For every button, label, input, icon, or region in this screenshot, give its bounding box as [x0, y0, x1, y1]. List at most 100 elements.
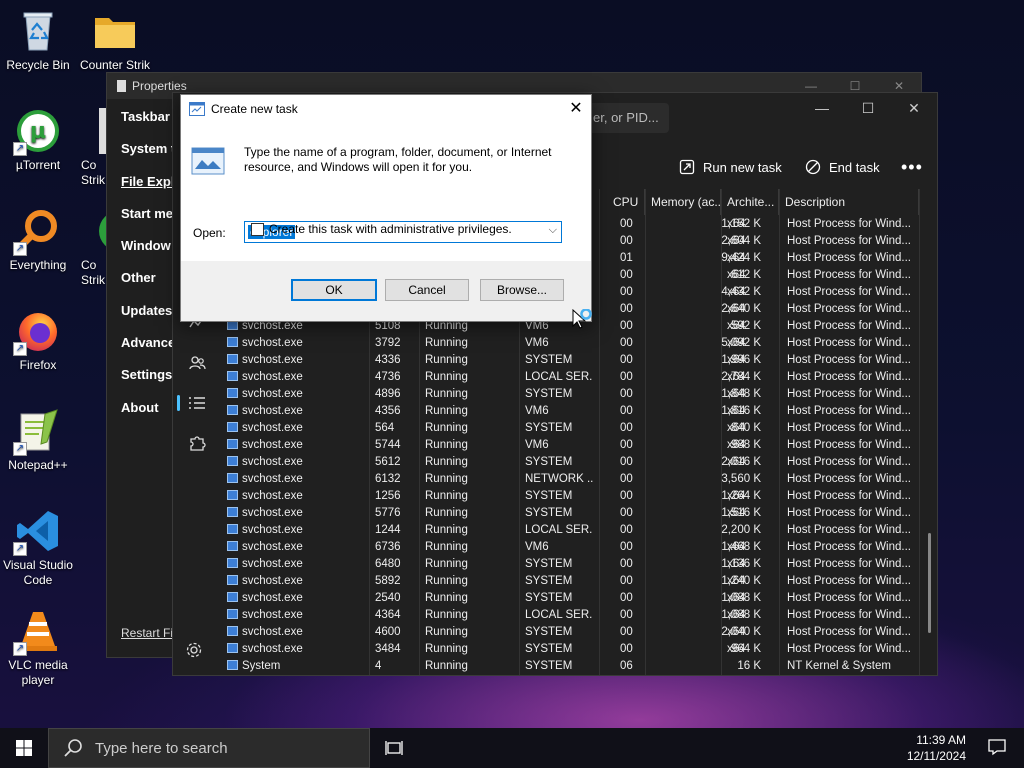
more-options-button[interactable]: ••• — [901, 151, 923, 183]
cpu-cell: 00 — [620, 626, 633, 638]
process-icon — [227, 507, 238, 517]
table-row[interactable]: svchost.exe 6736 Running VM6 00 1,468 Kx64 Hos… — [227, 540, 927, 557]
clock-time: 11:39 AM — [916, 733, 966, 747]
table-row[interactable]: svchost.exe 4600 Running SYSTEM 00 2,040 Kx64… — [227, 625, 927, 642]
arch-cell: x64 — [727, 558, 746, 570]
mouse-cursor — [572, 308, 596, 336]
process-name-cell: svchost.exe — [227, 626, 303, 638]
arch-cell: x64 — [727, 354, 746, 366]
table-row[interactable]: svchost.exe 4896 Running SYSTEM 00 1,848 Kx64… — [227, 387, 927, 404]
run-new-task-button[interactable]: Run new task — [679, 151, 782, 183]
arch-cell: x64 — [727, 643, 746, 655]
process-icon — [227, 609, 238, 619]
settings-button[interactable] — [185, 641, 203, 662]
task-manager-search-input[interactable]: er, or PID... — [583, 103, 669, 133]
pid-cell: 3484 — [375, 643, 401, 655]
pid-cell: 6132 — [375, 473, 401, 485]
checkbox-box[interactable] — [251, 222, 264, 236]
table-row[interactable]: svchost.exe 6480 Running SYSTEM 00 1,136 Kx64… — [227, 557, 927, 574]
notification-center-button[interactable] — [988, 738, 1006, 759]
table-row[interactable]: svchost.exe 1244 Running LOCAL SER... 00 2,20… — [227, 523, 927, 540]
table-row[interactable]: svchost.exe 5776 Running SYSTEM 00 1,516 Kx64… — [227, 506, 927, 523]
status-cell: Running — [425, 456, 468, 468]
end-task-button[interactable]: End task — [805, 151, 880, 183]
column-header-description[interactable]: Description — [779, 189, 919, 215]
admin-privileges-label: Create this task with administrative pri… — [269, 222, 512, 236]
close-icon[interactable]: ✕ — [561, 95, 591, 123]
table-row[interactable]: System 4 Running SYSTEM 06 16 K NT Kernel & Sy… — [227, 659, 927, 675]
desktop-icon-vlc[interactable]: ↗ VLC media player — [0, 608, 76, 688]
description-cell: Host Process for Wind... — [787, 592, 911, 604]
vertical-scrollbar[interactable] — [928, 533, 931, 633]
windows-logo-icon — [16, 740, 32, 756]
taskbar-search-placeholder: Type here to search — [95, 739, 228, 757]
description-cell: Host Process for Wind... — [787, 439, 911, 451]
status-cell: Running — [425, 388, 468, 400]
table-row[interactable]: svchost.exe 3792 Running VM6 00 5,092 Kx64 Hos… — [227, 336, 927, 353]
cpu-cell: 00 — [620, 371, 633, 383]
description-cell: Host Process for Wind... — [787, 524, 911, 536]
desktop-icon-partial-1[interactable]: Co Strik — [77, 108, 107, 188]
sidebar-item-details[interactable] — [173, 383, 221, 423]
table-row[interactable]: svchost.exe 4736 Running LOCAL SER... 00 2,78… — [227, 370, 927, 387]
cpu-cell: 00 — [620, 558, 633, 570]
desktop-icon-notepadpp[interactable]: ↗ Notepad++ — [0, 408, 76, 473]
end-task-icon — [805, 159, 821, 175]
arch-cell: x64 — [727, 439, 746, 451]
status-cell: Running — [425, 575, 468, 587]
table-row[interactable]: svchost.exe 564 Running SYSTEM 00 840 Kx64 Hos… — [227, 421, 927, 438]
desktop-icon-vscode[interactable]: ↗ Visual Studio Code — [0, 508, 76, 588]
table-row[interactable]: svchost.exe 4356 Running VM6 00 1,816 Kx64 Hos… — [227, 404, 927, 421]
memory-cell: 1,088 K — [721, 609, 761, 621]
minimize-icon[interactable]: — — [799, 93, 845, 125]
process-icon — [227, 660, 238, 670]
cpu-cell: 00 — [620, 524, 633, 536]
table-row[interactable]: svchost.exe 2540 Running SYSTEM 00 1,088 Kx64… — [227, 591, 927, 608]
desktop-icon-partial-2[interactable]: Co Strik — [77, 208, 107, 288]
create-new-task-dialog: Create new task ✕ Type the name of a pro… — [180, 94, 592, 322]
system-clock[interactable]: 11:39 AM 12/11/2024 — [907, 732, 966, 764]
task-view-button[interactable] — [370, 728, 418, 768]
user-cell: SYSTEM — [525, 643, 573, 655]
memory-cell: 1,240 K — [721, 575, 761, 587]
column-header-memory[interactable]: Memory (ac... — [645, 189, 721, 215]
desktop-icon-firefox[interactable]: ↗ Firefox — [0, 308, 76, 373]
cancel-button[interactable]: Cancel — [385, 279, 469, 301]
table-row[interactable]: svchost.exe 5892 Running SYSTEM 00 1,240 Kx64… — [227, 574, 927, 591]
close-icon[interactable]: ✕ — [891, 93, 937, 125]
taskbar-search-input[interactable]: Type here to search — [48, 728, 370, 768]
table-row[interactable]: svchost.exe 6132 Running NETWORK ... 00 3,560… — [227, 472, 927, 489]
arch-cell: x64 — [727, 388, 746, 400]
sidebar-item-services[interactable] — [173, 423, 221, 463]
ok-button[interactable]: OK — [291, 279, 377, 301]
cpu-cell: 06 — [620, 660, 633, 672]
start-button[interactable] — [0, 728, 48, 768]
dialog-title-bar[interactable]: Create new task — [181, 95, 591, 123]
memory-cell: 1,088 K — [721, 592, 761, 604]
user-cell: VM6 — [525, 337, 549, 349]
browse-button[interactable]: Browse... — [480, 279, 564, 301]
chevron-down-icon[interactable]: ⌵ — [549, 224, 557, 237]
desktop-icon-label: µTorrent — [15, 158, 61, 172]
table-row[interactable]: svchost.exe 5612 Running SYSTEM 00 2,016 Kx64… — [227, 455, 927, 472]
table-row[interactable]: svchost.exe 5744 Running VM6 00 988 Kx64 Host … — [227, 438, 927, 455]
table-row[interactable]: svchost.exe 3484 Running SYSTEM 00 964 Kx64 Ho… — [227, 642, 927, 659]
column-header-architecture[interactable]: Archite... — [721, 189, 779, 215]
column-header-cpu[interactable]: CPU — [607, 189, 645, 215]
sidebar-item-users[interactable] — [173, 343, 221, 383]
description-cell: Host Process for Wind... — [787, 320, 911, 332]
memory-cell: 1,848 K — [721, 388, 761, 400]
description-cell: Host Process for Wind... — [787, 490, 911, 502]
table-row[interactable]: svchost.exe 4364 Running LOCAL SER... 00 1,08… — [227, 608, 927, 625]
maximize-icon[interactable]: ☐ — [845, 93, 891, 125]
desktop-icon-everything[interactable]: ↗ Everything — [0, 208, 76, 273]
desktop-icon-label: Everything — [9, 258, 67, 272]
task-manager-caption-buttons: — ☐ ✕ — [799, 93, 937, 125]
table-row[interactable]: svchost.exe 1256 Running SYSTEM 00 1,264 Kx64… — [227, 489, 927, 506]
description-cell: Host Process for Wind... — [787, 473, 911, 485]
desktop-icon-utorrent[interactable]: µ ↗ µTorrent — [0, 108, 76, 173]
process-name-cell: svchost.exe — [227, 388, 303, 400]
desktop-icon-recycle-bin[interactable]: Recycle Bin — [0, 8, 76, 73]
admin-privileges-checkbox[interactable]: Create this task with administrative pri… — [251, 222, 512, 236]
table-row[interactable]: svchost.exe 4336 Running SYSTEM 00 1,996 Kx64… — [227, 353, 927, 370]
